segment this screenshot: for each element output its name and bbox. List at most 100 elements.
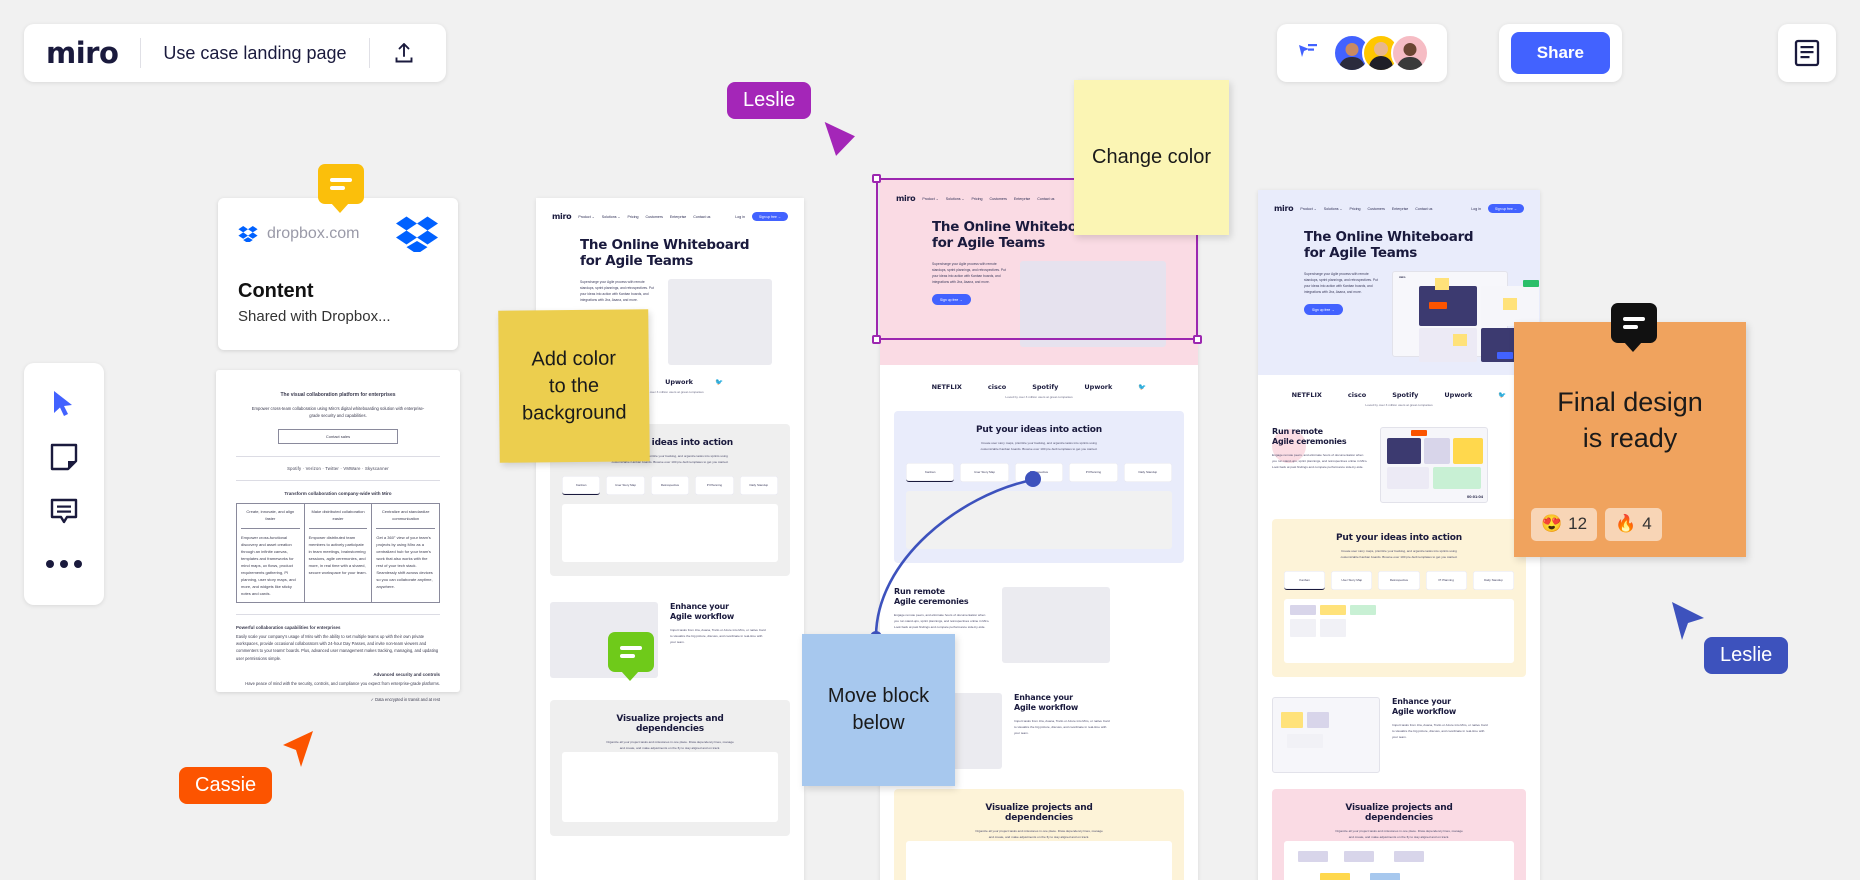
- nav-signup[interactable]: Sign up free →: [752, 212, 788, 221]
- ceremonies-title-3: Run remote Agile ceremonies: [1272, 426, 1347, 446]
- mockup-column-1[interactable]: miro Product ⌄ Solutions ⌄ Pricing Custo…: [536, 198, 804, 880]
- dropbox-logo-icon: [396, 216, 438, 252]
- dropbox-card-subtitle: Shared with Dropbox...: [238, 308, 391, 325]
- mockup-column-3[interactable]: miro Product ⌄ Solutions ⌄ Pricing Custo…: [1258, 190, 1540, 880]
- visualize-preview: [562, 751, 778, 822]
- export-button[interactable]: [370, 41, 424, 65]
- nav-link-customers-3[interactable]: Customers: [1368, 207, 1385, 211]
- ceremonies-timer: 00:01:04: [1466, 493, 1483, 499]
- document-preview-card[interactable]: The visual collaboration platform for en…: [216, 370, 460, 702]
- tab-retrospective-3[interactable]: Retrospective: [1378, 570, 1420, 591]
- sticky-final-design[interactable]: Final design is ready 😍 12 🔥 4: [1514, 322, 1746, 557]
- comment-pin-final[interactable]: [1611, 303, 1657, 352]
- more-tools[interactable]: [41, 541, 87, 587]
- tab-kanban[interactable]: Kanban: [561, 475, 601, 496]
- nav-link-enterprise[interactable]: Enterprise: [670, 215, 686, 219]
- brand-upwork-3: Upwork: [1444, 390, 1473, 399]
- workflow-body: Import tasks from Jira, Asana, Trello or…: [670, 628, 766, 644]
- nav-link-product-2[interactable]: Product ⌄: [922, 197, 938, 201]
- brand-netflix-2: NETFLIX: [931, 382, 962, 391]
- visualize-title-2: Visualize projects and dependencies: [985, 803, 1093, 824]
- tab-daily-standup[interactable]: Daily Standup: [739, 475, 779, 496]
- section-ceremonies-3: Run remote Agile ceremonies Engage remot…: [1272, 426, 1526, 503]
- nav-signup-3[interactable]: Sign up free →: [1488, 204, 1524, 213]
- doc-table-heading: Transform collaboration company-wide wit…: [284, 491, 392, 497]
- avatar[interactable]: [1391, 34, 1429, 72]
- tab-retrospective[interactable]: Retrospective: [650, 475, 690, 496]
- nav-link-product-3[interactable]: Product ⌄: [1300, 207, 1316, 211]
- sticky-add-color[interactable]: Add color to the background: [498, 309, 650, 463]
- miro-logo[interactable]: miro: [46, 38, 140, 68]
- template-tabs-2[interactable]: Kanban User Story Map Retrospective PI P…: [905, 462, 1173, 483]
- tab-kanban-2[interactable]: Kanban: [905, 462, 955, 483]
- nav-link-solutions[interactable]: Solutions ⌄: [602, 215, 621, 219]
- upload-icon: [395, 43, 412, 63]
- nav-link-enterprise-2[interactable]: Enterprise: [1014, 197, 1030, 201]
- tab-user-story-map[interactable]: User Story Map: [606, 475, 645, 496]
- nav-link-contact[interactable]: Contact us: [693, 215, 710, 219]
- nav-link-customers-2[interactable]: Customers: [990, 197, 1007, 201]
- comment-tool[interactable]: [41, 488, 87, 534]
- tab-pi-planning-3[interactable]: PI Planning: [1425, 570, 1467, 591]
- brand-twitter-3: 🐦: [1498, 390, 1507, 399]
- avatar-stack[interactable]: [1333, 34, 1429, 72]
- tab-pi-planning-2[interactable]: PI Planning: [1069, 462, 1118, 483]
- board-title[interactable]: Use case landing page: [141, 43, 368, 64]
- tab-pi-planning[interactable]: PI Planning: [695, 475, 734, 496]
- nav-link-contact-3[interactable]: Contact us: [1415, 207, 1432, 211]
- hero-cta-2[interactable]: Sign up free →: [932, 294, 971, 306]
- comment-pin-middle[interactable]: [608, 632, 654, 681]
- sticky-reactions[interactable]: 😍 12 🔥 4: [1531, 508, 1662, 541]
- board-toolbar[interactable]: miro Use case landing page: [24, 24, 446, 82]
- nav-link-pricing[interactable]: Pricing: [628, 215, 639, 219]
- collaborators-group[interactable]: [1277, 24, 1447, 82]
- nav-link-solutions-2[interactable]: Solutions ⌄: [946, 197, 965, 201]
- template-preview-2: [906, 491, 1172, 550]
- share-group[interactable]: Share: [1498, 24, 1622, 82]
- dropbox-link-card[interactable]: dropbox.com Content Shared with Dropbox.…: [218, 198, 458, 350]
- tab-user-story-map-3[interactable]: User Story Map: [1331, 570, 1373, 591]
- doc-contact-sales-button[interactable]: Contact sales: [278, 429, 398, 445]
- brand-spotify-3: Spotify: [1392, 390, 1419, 399]
- share-button[interactable]: Share: [1510, 32, 1610, 74]
- cursor-leslie-bottom: Leslie: [1704, 637, 1789, 674]
- section-visualize-1: Visualize projects and dependencies Orga…: [550, 700, 790, 836]
- miro-canvas[interactable]: miro Product ⌄ Solutions ⌄ Pricing Custo…: [0, 0, 1860, 880]
- template-tabs[interactable]: Kanban User Story Map Retrospective PI P…: [561, 475, 779, 496]
- sticky-change-color[interactable]: Change color: [1074, 80, 1229, 235]
- follow-cursor-icon[interactable]: [1295, 41, 1319, 65]
- nav-link-pricing-3[interactable]: Pricing: [1350, 207, 1361, 211]
- tab-daily-standup-2[interactable]: Daily Standup: [1123, 462, 1173, 483]
- nav-link-customers[interactable]: Customers: [646, 215, 663, 219]
- cursor-label: Leslie: [743, 89, 796, 111]
- visualize-preview-2: [906, 840, 1172, 880]
- nav-link-pricing-2[interactable]: Pricing: [972, 197, 983, 201]
- reaction-fire[interactable]: 🔥 4: [1605, 508, 1662, 541]
- nav-link-contact-2[interactable]: Contact us: [1037, 197, 1054, 201]
- template-tabs-3[interactable]: Kanban User Story Map Retrospective PI P…: [1284, 570, 1515, 591]
- comment-pin-dropbox[interactable]: [318, 164, 364, 213]
- sticky-note-tool[interactable]: [41, 434, 87, 480]
- sticky-note-icon: [50, 444, 78, 471]
- panel-group[interactable]: [1778, 24, 1836, 82]
- tab-user-story-map-2[interactable]: User Story Map: [960, 462, 1009, 483]
- tab-daily-standup-3[interactable]: Daily Standup: [1472, 570, 1515, 591]
- cursor-arrow-cassie: [283, 731, 313, 767]
- hero-board-preview: miro: [1392, 270, 1539, 362]
- hero-image-placeholder-2: [1020, 260, 1166, 347]
- left-toolbar[interactable]: [24, 363, 104, 605]
- nav-login-3[interactable]: Log in: [1471, 207, 1481, 211]
- nav-link-enterprise-3[interactable]: Enterprise: [1392, 207, 1408, 211]
- nav-login[interactable]: Log in: [735, 215, 745, 219]
- tab-retrospective-2[interactable]: Retrospective: [1014, 462, 1064, 483]
- reaction-heart-eyes[interactable]: 😍 12: [1531, 508, 1598, 541]
- nav-link-solutions-3[interactable]: Solutions ⌄: [1324, 207, 1343, 211]
- nav-link-product[interactable]: Product ⌄: [578, 215, 594, 219]
- document-panel-icon[interactable]: [1794, 39, 1820, 67]
- select-tool[interactable]: [41, 381, 87, 427]
- tab-kanban-3[interactable]: Kanban: [1284, 570, 1326, 591]
- doc-section2-body: Easily scale your company's usage of Mir…: [236, 634, 439, 661]
- sticky-move-block[interactable]: Move block below: [802, 634, 955, 786]
- section-body-3: Create user story maps, prioritize your …: [1340, 548, 1458, 559]
- hero-cta-3[interactable]: Sign up free →: [1304, 304, 1343, 316]
